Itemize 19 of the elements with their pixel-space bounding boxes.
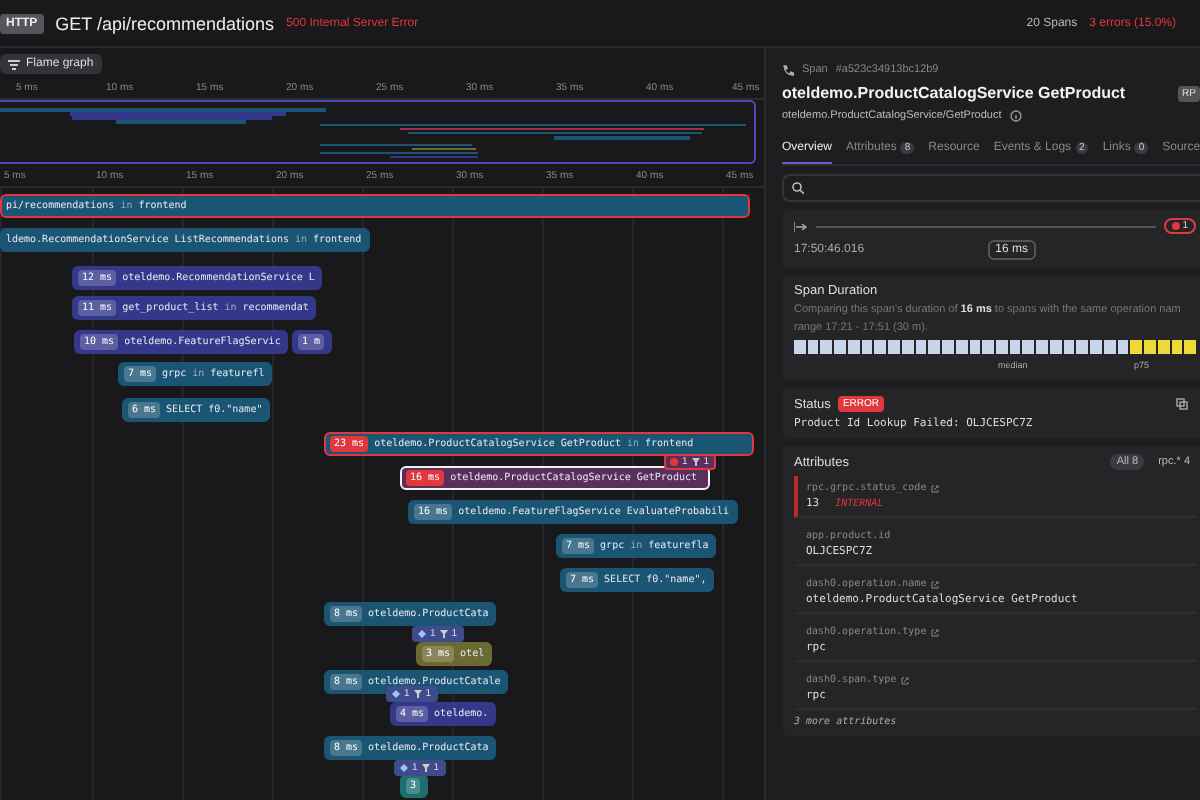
span-title: oteldemo.ProductCatalogService GetProduct bbox=[782, 84, 1126, 102]
diamond-icon bbox=[418, 630, 426, 638]
phone-icon bbox=[782, 64, 794, 76]
trace-title: GET /api/recommendations bbox=[55, 13, 275, 33]
flame-graph-icon bbox=[8, 59, 20, 69]
info-icon[interactable] bbox=[1009, 110, 1022, 122]
search-field[interactable] bbox=[782, 174, 1200, 202]
diamond-icon bbox=[392, 690, 400, 698]
external-link-icon[interactable] bbox=[900, 675, 911, 685]
filter-icon bbox=[439, 630, 448, 638]
search-icon bbox=[792, 182, 804, 194]
filter-icon bbox=[413, 690, 422, 698]
copy-icon[interactable] bbox=[1176, 398, 1188, 410]
external-link-icon[interactable] bbox=[930, 579, 941, 589]
jump-icon[interactable] bbox=[794, 221, 808, 231]
error-dot-icon bbox=[670, 458, 678, 466]
external-link-icon[interactable] bbox=[930, 627, 941, 637]
external-link-icon[interactable] bbox=[930, 483, 941, 493]
error-dot-icon bbox=[1172, 222, 1181, 230]
